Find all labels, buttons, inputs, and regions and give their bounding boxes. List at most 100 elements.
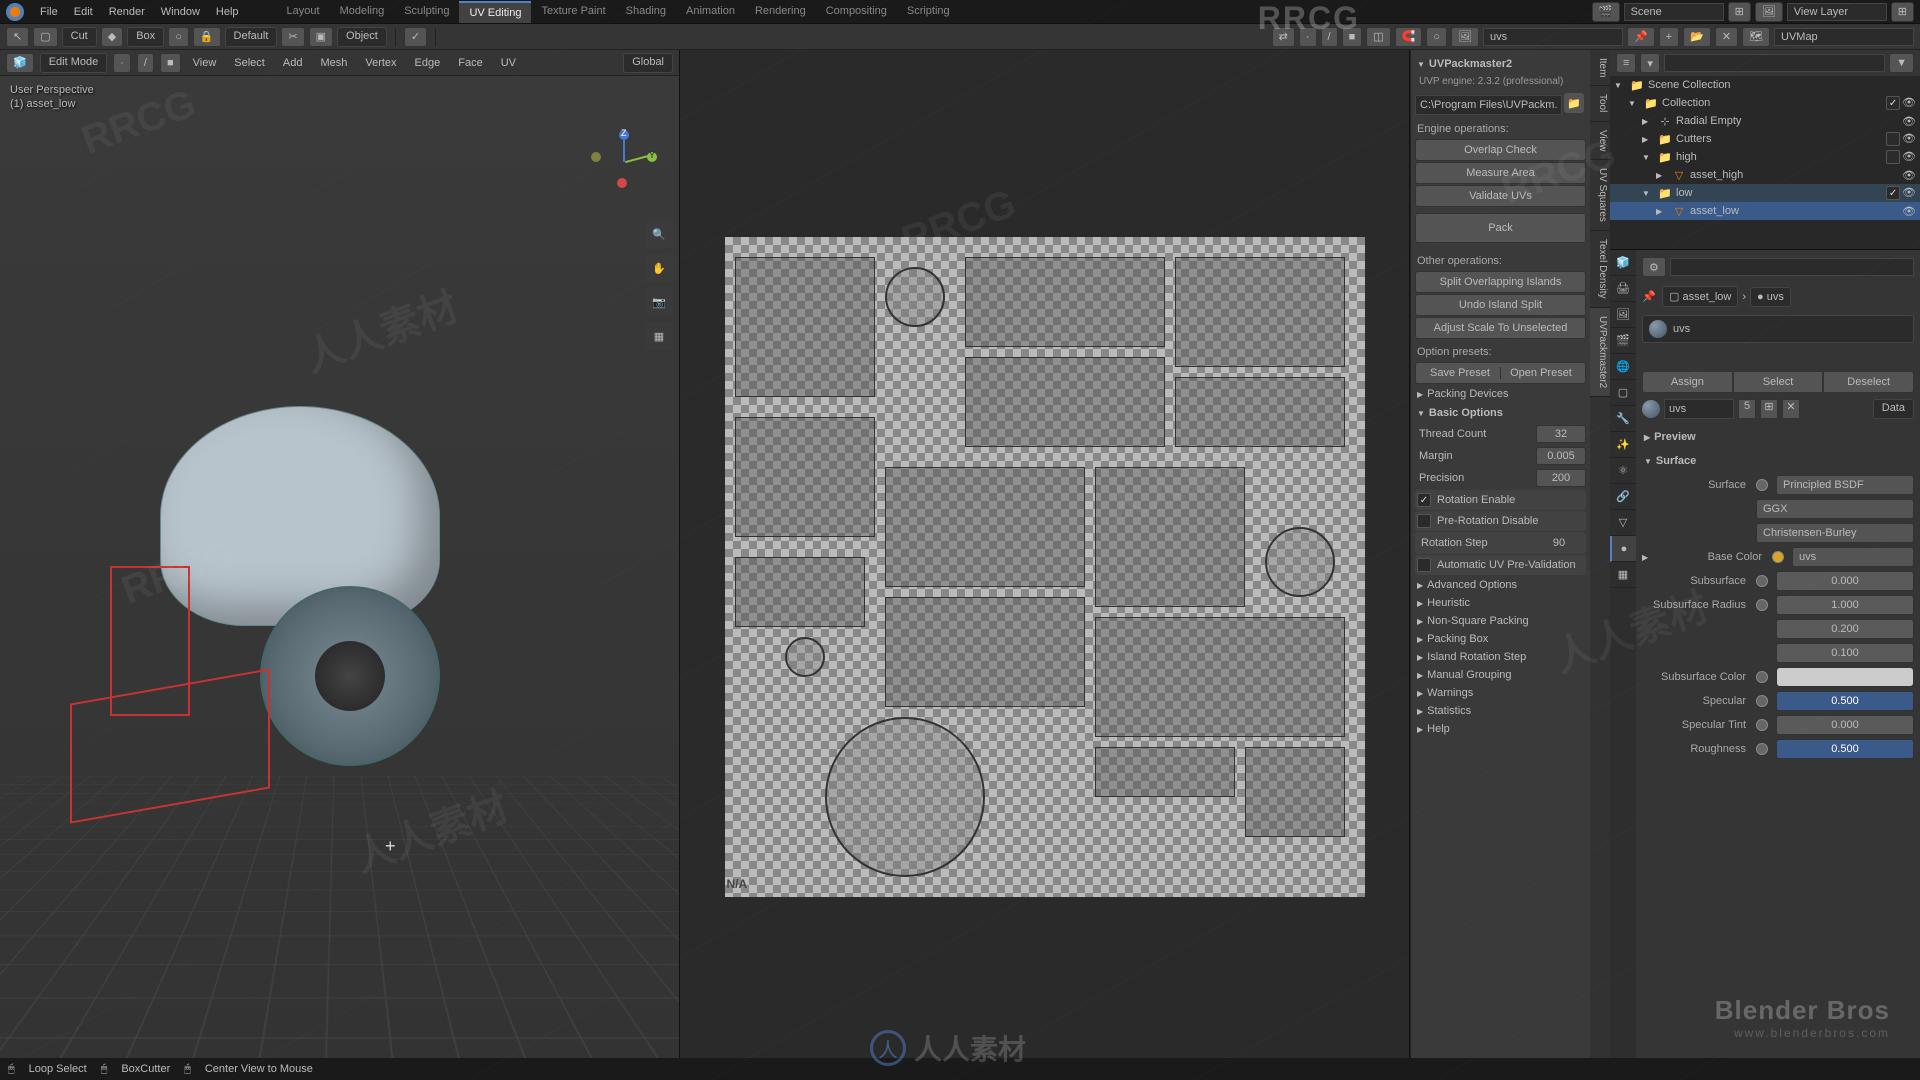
tree-asset-high[interactable]: ▶▽ asset_high 👁 bbox=[1610, 166, 1920, 184]
n-tab-uvpackmaster[interactable]: UVPackmaster2 bbox=[1590, 308, 1610, 397]
open-preset-button[interactable]: Open Preset bbox=[1501, 367, 1581, 379]
tree-scene-collection[interactable]: ▼📁 Scene Collection bbox=[1610, 76, 1920, 94]
proptab-modifier-icon[interactable]: 🔧 bbox=[1610, 406, 1636, 432]
outliner-filter-icon[interactable]: ▼ bbox=[1889, 53, 1914, 73]
pan-icon[interactable]: ✋ bbox=[645, 254, 673, 282]
scene-name-input[interactable] bbox=[1624, 3, 1724, 21]
roughness-value[interactable]: 0.500 bbox=[1776, 739, 1914, 759]
scene-browse-icon[interactable]: 🎬 bbox=[1592, 2, 1620, 22]
specular-value[interactable]: 0.500 bbox=[1776, 691, 1914, 711]
proptab-particle-icon[interactable]: ✨ bbox=[1610, 432, 1636, 458]
high-exclude-checkbox[interactable] bbox=[1886, 150, 1900, 164]
mode-dropdown[interactable]: Edit Mode bbox=[40, 53, 108, 73]
image-pin-icon[interactable]: 📌 bbox=[1627, 27, 1655, 47]
cutters-exclude-checkbox[interactable] bbox=[1886, 132, 1900, 146]
rotation-enable-row[interactable]: Rotation Enable bbox=[1415, 490, 1586, 510]
image-name-input[interactable] bbox=[1483, 28, 1623, 46]
precision-value[interactable]: 200 bbox=[1536, 469, 1586, 487]
props-editor-icon[interactable]: ⚙ bbox=[1642, 257, 1666, 277]
rotation-step-value[interactable]: 90 bbox=[1534, 535, 1584, 551]
image-open-icon[interactable]: 📂 bbox=[1683, 27, 1711, 47]
tree-collection[interactable]: ▼📁 Collection 👁 bbox=[1610, 94, 1920, 112]
tree-cutters[interactable]: ▶📁 Cutters 👁 bbox=[1610, 130, 1920, 148]
proptab-physics-icon[interactable]: ⚛ bbox=[1610, 458, 1636, 484]
tab-uv-editing[interactable]: UV Editing bbox=[459, 1, 531, 23]
basic-options-section[interactable]: Basic Options bbox=[1415, 403, 1586, 423]
uv-sync-icon[interactable]: ⇄ bbox=[1272, 27, 1295, 47]
nonsquare-section[interactable]: Non-Square Packing bbox=[1415, 612, 1586, 630]
advanced-options-section[interactable]: Advanced Options bbox=[1415, 576, 1586, 594]
menu-face[interactable]: Face bbox=[452, 57, 488, 69]
uv-select-island-icon[interactable]: ◫ bbox=[1366, 27, 1390, 47]
proptab-output-icon[interactable]: 🖨 bbox=[1610, 276, 1636, 302]
menu-vertex[interactable]: Vertex bbox=[359, 57, 402, 69]
uv-select-edge-icon[interactable]: / bbox=[1321, 27, 1338, 47]
breadcrumb-object[interactable]: ▢ asset_low bbox=[1662, 286, 1738, 307]
mat-new-btn[interactable]: ⊞ bbox=[1760, 399, 1778, 419]
pin-icon[interactable]: 📌 bbox=[1642, 290, 1658, 303]
collection-exclude-checkbox[interactable] bbox=[1886, 96, 1900, 110]
eye-icon[interactable]: 👁 bbox=[1902, 186, 1916, 200]
uv-select-face-icon[interactable]: ■ bbox=[1342, 27, 1363, 47]
proptab-render-icon[interactable]: 🧊 bbox=[1610, 250, 1636, 276]
menu-file[interactable]: File bbox=[32, 6, 66, 18]
material-slot[interactable]: uvs bbox=[1642, 315, 1914, 343]
sss-radius-x[interactable]: 1.000 bbox=[1776, 595, 1914, 615]
uv-canvas[interactable]: N/A bbox=[725, 237, 1365, 897]
uvmap-input[interactable] bbox=[1774, 28, 1914, 46]
distribution-dropdown[interactable]: GGX bbox=[1756, 499, 1914, 519]
viewport-3d[interactable]: 🧊 Edit Mode · / ■ View Select Add Mesh V… bbox=[0, 50, 680, 1058]
base-color-texture[interactable]: uvs bbox=[1792, 547, 1914, 567]
menu-uv[interactable]: UV bbox=[495, 57, 522, 69]
knife-icon[interactable]: ✂ bbox=[281, 27, 304, 47]
tab-rendering[interactable]: Rendering bbox=[745, 1, 816, 23]
proptab-constraint-icon[interactable]: 🔗 bbox=[1610, 484, 1636, 510]
sss-color-node-dot[interactable] bbox=[1756, 671, 1768, 683]
viewlayer-browse-icon[interactable]: 🖼 bbox=[1755, 2, 1783, 22]
shape-circle-icon[interactable]: ○ bbox=[168, 27, 189, 47]
material-name-input[interactable] bbox=[1664, 399, 1734, 419]
image-browse-icon[interactable]: 🖼 bbox=[1451, 27, 1479, 47]
tab-animation[interactable]: Animation bbox=[676, 1, 745, 23]
breadcrumb-material[interactable]: ● uvs bbox=[1750, 287, 1791, 307]
menu-select[interactable]: Select bbox=[228, 57, 271, 69]
lock-icon[interactable]: 🔒 bbox=[193, 27, 221, 47]
rotation-enable-checkbox[interactable] bbox=[1417, 493, 1431, 507]
specular-tint-value[interactable]: 0.000 bbox=[1776, 715, 1914, 735]
sss-color-swatch[interactable] bbox=[1776, 667, 1914, 687]
n-tab-view[interactable]: View bbox=[1590, 122, 1610, 161]
menu-add[interactable]: Add bbox=[277, 57, 309, 69]
warnings-section[interactable]: Warnings bbox=[1415, 684, 1586, 702]
tree-asset-low[interactable]: ▶▽ asset_low 👁 bbox=[1610, 202, 1920, 220]
margin-value[interactable]: 0.005 bbox=[1536, 447, 1586, 465]
tab-layout[interactable]: Layout bbox=[277, 1, 330, 23]
tab-scripting[interactable]: Scripting bbox=[897, 1, 960, 23]
image-unlink-icon[interactable]: ✕ bbox=[1715, 27, 1738, 47]
cursor-tool-icon[interactable]: ↖ bbox=[6, 27, 29, 47]
packing-box-section[interactable]: Packing Box bbox=[1415, 630, 1586, 648]
box-dropdown[interactable]: Box bbox=[127, 27, 164, 47]
proptab-object-icon[interactable]: ▢ bbox=[1610, 380, 1636, 406]
mat-users[interactable]: 5 bbox=[1738, 399, 1756, 419]
editor-type-3dview-icon[interactable]: 🧊 bbox=[6, 53, 34, 73]
eye-icon[interactable]: 👁 bbox=[1902, 205, 1916, 218]
navigation-gizmo[interactable] bbox=[589, 130, 659, 200]
prerotation-disable-checkbox[interactable] bbox=[1417, 514, 1431, 528]
tree-low[interactable]: ▼📁 low 👁 bbox=[1610, 184, 1920, 202]
menu-edit[interactable]: Edit bbox=[66, 6, 101, 18]
specular-tint-node-dot[interactable] bbox=[1756, 719, 1768, 731]
tab-texture-paint[interactable]: Texture Paint bbox=[531, 1, 615, 23]
uv-editor[interactable]: N/A bbox=[680, 50, 1410, 1058]
auto-prevalidation-row[interactable]: Automatic UV Pre-Validation bbox=[1415, 555, 1586, 575]
deselect-button[interactable]: Deselect bbox=[1823, 371, 1914, 393]
subsurface-value[interactable]: 0.000 bbox=[1776, 571, 1914, 591]
undo-island-split-button[interactable]: Undo Island Split bbox=[1415, 294, 1586, 316]
image-new-icon[interactable]: + bbox=[1659, 27, 1679, 47]
menu-mesh[interactable]: Mesh bbox=[314, 57, 353, 69]
tree-high[interactable]: ▼📁 high 👁 bbox=[1610, 148, 1920, 166]
select-tool-icon[interactable]: ▢ bbox=[33, 27, 57, 47]
default-dropdown[interactable]: Default bbox=[225, 27, 278, 47]
n-tab-texel[interactable]: Texel Density bbox=[1590, 231, 1610, 307]
validate-uvs-button[interactable]: Validate UVs bbox=[1415, 185, 1586, 207]
proptab-scene-icon[interactable]: 🎬 bbox=[1610, 328, 1636, 354]
